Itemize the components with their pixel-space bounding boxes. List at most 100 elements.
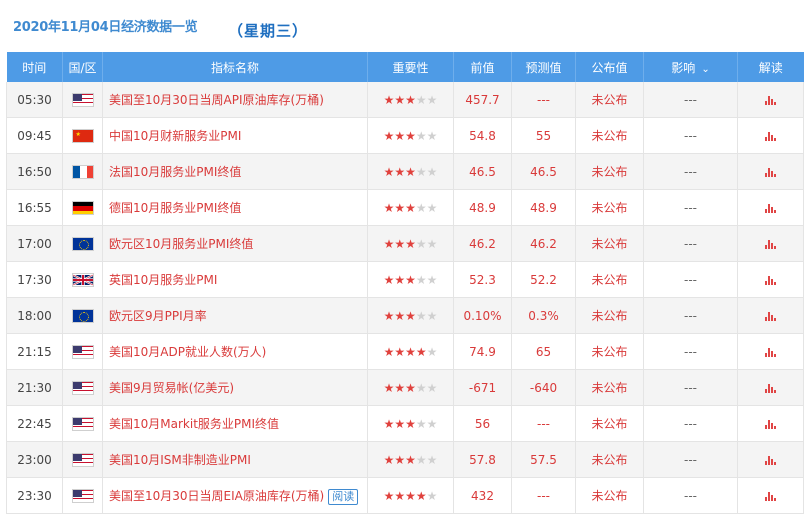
- star-icon: ★: [405, 92, 416, 107]
- weekday-label: （星期三）: [228, 22, 309, 40]
- indicator-link[interactable]: 美国10月Markit服务业PMI终值: [109, 417, 279, 431]
- star-icon: ★: [394, 92, 406, 107]
- indicator-link[interactable]: 美国9月贸易帐(亿美元): [109, 381, 234, 395]
- time-cell: 23:00: [6, 441, 63, 478]
- star-icon: ★: [394, 452, 406, 467]
- bar-chart-icon[interactable]: [765, 275, 776, 285]
- previous-value: 0.10%: [453, 297, 512, 334]
- time-cell: 23:30: [6, 477, 63, 514]
- star-icon: ★: [394, 416, 406, 431]
- bar-chart-icon[interactable]: [765, 239, 776, 249]
- star-icon: ★: [426, 164, 438, 179]
- china-flag-icon: ★: [71, 128, 94, 143]
- forecast-value: 46.5: [511, 153, 576, 190]
- col-impact-dropdown[interactable]: 影响 ⌄: [643, 52, 738, 82]
- impact-value: ---: [643, 189, 738, 226]
- indicator-cell: 美国至10月30日当周EIA原油库存(万桶) 阅读: [102, 477, 368, 514]
- bar-chart-icon[interactable]: [765, 131, 776, 141]
- star-icon: ★: [383, 308, 395, 323]
- star-icon: ★: [405, 452, 416, 467]
- indicator-link[interactable]: 欧元区9月PPI月率: [109, 309, 207, 323]
- star-icon: ★: [394, 236, 406, 251]
- indicator-link[interactable]: 美国10月ISM非制造业PMI: [109, 453, 251, 467]
- economic-calendar-table: 时间 国/区 指标名称 重要性 前值 预测值 公布值 影响 ⌄ 解读 05:30 美…: [6, 52, 804, 514]
- impact-value: ---: [643, 261, 738, 298]
- table-row: 21:30 美国9月贸易帐(亿美元) ★★★★★ -671 -640 未公布 ---: [6, 369, 804, 406]
- star-icon: ★: [426, 416, 438, 431]
- actual-value: 未公布: [575, 82, 644, 118]
- star-icon: ★: [405, 380, 416, 395]
- impact-value: ---: [643, 117, 738, 154]
- indicator-link[interactable]: 美国10月ADP就业人数(万人): [109, 345, 266, 359]
- previous-value: 57.8: [453, 441, 512, 478]
- france-flag-icon: [71, 164, 94, 179]
- actual-value: 未公布: [575, 369, 644, 406]
- actual-value: 未公布: [575, 261, 644, 298]
- previous-value: 46.2: [453, 225, 512, 262]
- analysis-cell: [737, 82, 804, 118]
- col-forecast: 预测值: [511, 52, 576, 82]
- previous-value: 457.7: [453, 82, 512, 118]
- importance-stars: ★★★★★: [384, 165, 438, 179]
- bar-chart-icon[interactable]: [765, 419, 776, 429]
- star-icon: ★: [405, 416, 416, 431]
- indicator-link[interactable]: 英国10月服务业PMI: [109, 273, 217, 287]
- time-cell: 05:30: [6, 82, 63, 118]
- us-flag-icon: [71, 416, 94, 431]
- importance-cell: ★★★★★: [367, 297, 454, 334]
- bar-chart-icon[interactable]: [765, 311, 776, 321]
- importance-cell: ★★★★★: [367, 477, 454, 514]
- col-analysis: 解读: [737, 52, 804, 82]
- actual-value: 未公布: [575, 405, 644, 442]
- time-cell: 17:30: [6, 261, 63, 298]
- indicator-cell: 美国10月ISM非制造业PMI: [102, 441, 368, 478]
- star-icon: ★: [415, 272, 427, 287]
- star-icon: ★: [415, 416, 427, 431]
- time-cell: 21:30: [6, 369, 63, 406]
- indicator-link[interactable]: 美国至10月30日当周API原油库存(万桶): [109, 93, 324, 107]
- bar-chart-icon[interactable]: [765, 95, 776, 105]
- indicator-link[interactable]: 中国10月财新服务业PMI: [109, 129, 241, 143]
- forecast-value: ---: [511, 82, 576, 118]
- table-row: 17:30 英国10月服务业PMI ★★★★★ 52.3 52.2 未公布 ---: [6, 261, 804, 298]
- col-country: 国/区: [62, 52, 103, 82]
- col-importance: 重要性: [367, 52, 454, 82]
- importance-stars: ★★★★★: [384, 273, 438, 287]
- col-previous: 前值: [453, 52, 512, 82]
- star-icon: ★: [415, 164, 427, 179]
- importance-stars: ★★★★★: [384, 237, 438, 251]
- country-cell: [62, 477, 103, 514]
- bar-chart-icon[interactable]: [765, 491, 776, 501]
- us-flag-icon: [71, 380, 94, 395]
- table-row: 05:30 美国至10月30日当周API原油库存(万桶) ★★★★★ 457.7 ---…: [6, 82, 804, 118]
- indicator-cell: 中国10月财新服务业PMI: [102, 117, 368, 154]
- country-cell: [62, 225, 103, 262]
- indicator-link[interactable]: 法国10月服务业PMI终值: [109, 165, 241, 179]
- forecast-value: 57.5: [511, 441, 576, 478]
- page-title: 2020年11月04日经济数据一览: [13, 20, 198, 35]
- bar-chart-icon[interactable]: [765, 455, 776, 465]
- indicator-link[interactable]: 德国10月服务业PMI终值: [109, 201, 241, 215]
- importance-cell: ★★★★★: [367, 369, 454, 406]
- star-icon: ★: [394, 272, 406, 287]
- importance-stars: ★★★★★: [384, 381, 438, 395]
- indicator-cell: 欧元区10月服务业PMI终值: [102, 225, 368, 262]
- importance-cell: ★★★★★: [367, 333, 454, 370]
- star-icon: ★: [394, 164, 406, 179]
- star-icon: ★: [394, 128, 406, 143]
- indicator-link[interactable]: 欧元区10月服务业PMI终值: [109, 237, 253, 251]
- table-row: 16:50 法国10月服务业PMI终值 ★★★★★ 46.5 46.5 未公布 ---: [6, 153, 804, 190]
- read-tag-button[interactable]: 阅读: [328, 488, 359, 505]
- importance-stars: ★★★★★: [384, 417, 438, 431]
- star-icon: ★: [383, 272, 395, 287]
- previous-value: 56: [453, 405, 512, 442]
- bar-chart-icon[interactable]: [765, 167, 776, 177]
- country-cell: [62, 297, 103, 334]
- star-icon: ★: [405, 236, 416, 251]
- bar-chart-icon[interactable]: [765, 347, 776, 357]
- bar-chart-icon[interactable]: [765, 383, 776, 393]
- bar-chart-icon[interactable]: [765, 203, 776, 213]
- indicator-link[interactable]: 美国至10月30日当周EIA原油库存(万桶): [109, 489, 324, 503]
- star-icon: ★: [426, 200, 438, 215]
- analysis-cell: [737, 297, 804, 334]
